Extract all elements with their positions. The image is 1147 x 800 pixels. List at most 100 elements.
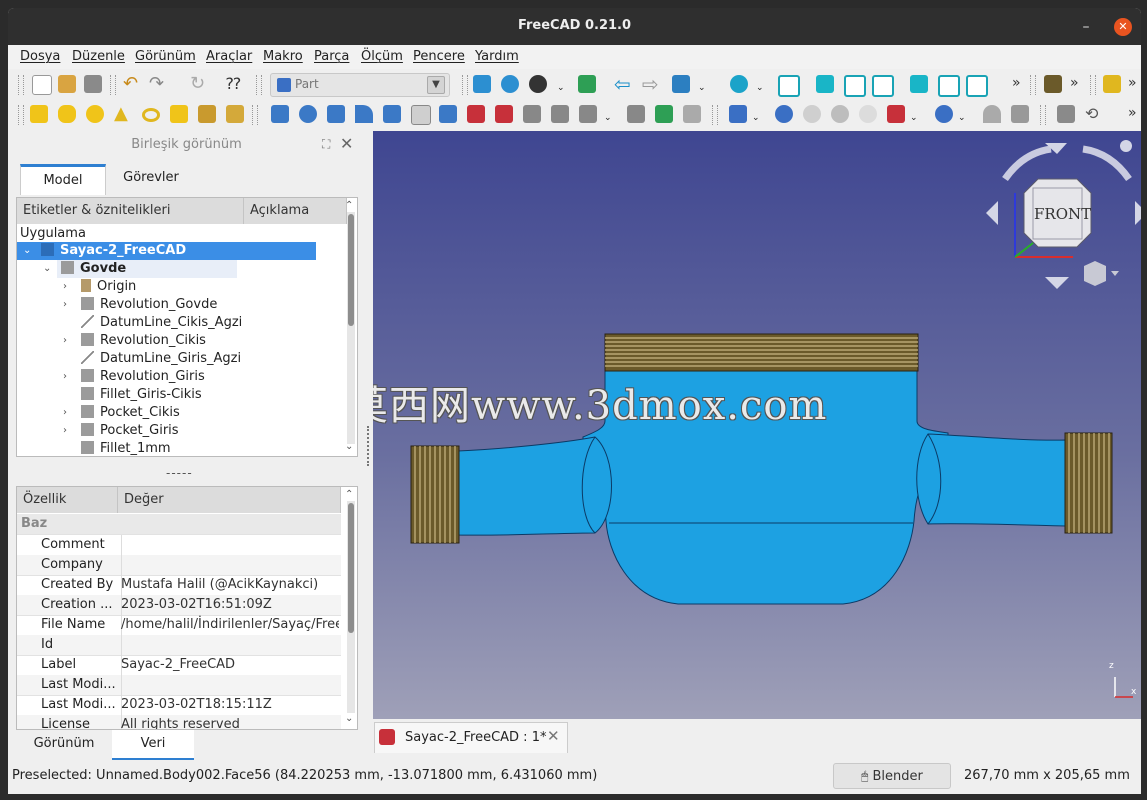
whats-this-icon[interactable]: ⁇ (226, 75, 244, 93)
measure-icon[interactable] (1044, 75, 1062, 93)
document-tab[interactable]: Sayac-2_FreeCAD : 1* ✕ (374, 722, 568, 753)
expand-icon[interactable]: › (63, 371, 67, 382)
measure-toggle-icon[interactable]: ⟲ (1085, 105, 1103, 123)
collapse-icon[interactable]: ⌄ (43, 263, 51, 274)
property-row[interactable]: Created By Mustafa Halil (@AcikKaynakci) (17, 575, 341, 596)
tree-item-body[interactable]: Govde (61, 260, 126, 278)
tree-item[interactable]: Fillet_Giris-Cikis (81, 386, 202, 404)
scroll-up-icon[interactable]: ⌃ (345, 200, 353, 211)
section-icon[interactable] (523, 105, 541, 123)
chevron-down-icon[interactable]: ⌄ (756, 75, 774, 93)
defeaturing-icon[interactable] (1011, 105, 1029, 123)
property-row[interactable]: Comment (17, 535, 341, 556)
chevron-down-icon[interactable]: ⌄ (604, 105, 622, 123)
measure-linear-icon[interactable] (1057, 105, 1075, 123)
mirror-icon[interactable] (327, 105, 345, 123)
property-row[interactable]: License All rights reserved (17, 715, 341, 729)
cylinder-icon[interactable] (58, 105, 76, 123)
draw-style-icon[interactable] (529, 75, 547, 93)
collapse-icon[interactable]: ⌄ (23, 245, 31, 256)
toolbar-overflow-button[interactable]: » (1128, 105, 1137, 121)
tube-icon[interactable] (170, 105, 188, 123)
expand-icon[interactable]: › (63, 299, 67, 310)
tree-item[interactable]: Pocket_Cikis (81, 404, 180, 422)
chevron-down-icon[interactable]: ⌄ (557, 75, 575, 93)
shape-builder-icon[interactable] (226, 105, 244, 123)
scroll-down-icon[interactable]: ⌄ (345, 713, 353, 724)
tree-item[interactable]: DatumLine_Giris_Agzi (81, 350, 241, 368)
property-value[interactable]: Sayac-2_FreeCAD (121, 655, 339, 675)
extrude-icon[interactable] (271, 105, 289, 123)
tab-tasks[interactable]: Görevler (108, 164, 194, 192)
top-view-icon[interactable] (844, 75, 866, 97)
tree-item[interactable]: Fillet_1mm (81, 440, 171, 456)
bottom-view-icon[interactable] (938, 75, 960, 97)
rear-view-icon[interactable] (910, 75, 928, 93)
tab-data-properties[interactable]: Veri (112, 730, 194, 761)
property-scrollbar[interactable] (347, 501, 355, 713)
projection-icon[interactable] (655, 105, 673, 123)
tree-header-labels[interactable]: Etiketler & öznitelikleri (17, 198, 244, 224)
cone-icon[interactable]: ▲ (114, 105, 132, 123)
join-features-icon[interactable] (887, 105, 905, 123)
tree-header-description[interactable]: Açıklama (244, 198, 347, 224)
close-panel-icon[interactable]: ✕ (340, 134, 353, 153)
tree-scrollbar[interactable] (347, 212, 355, 444)
toolbar-grip[interactable] (18, 75, 24, 95)
check-geometry-icon[interactable] (983, 105, 1001, 123)
isometric-view-icon[interactable] (778, 75, 800, 97)
cross-sections-icon[interactable] (551, 105, 569, 123)
property-row[interactable]: Last Modi... (17, 675, 341, 696)
property-group-row[interactable]: Baz (17, 514, 341, 535)
chevron-down-icon[interactable]: ▼ (427, 76, 445, 94)
close-tab-icon[interactable]: ✕ (547, 727, 560, 745)
toolbar-overflow-button[interactable]: » (1128, 75, 1137, 91)
navcube-front-label[interactable]: FRONT (1034, 205, 1091, 223)
expand-icon[interactable]: › (63, 281, 67, 292)
navigation-style-button[interactable]: 🖱 Blender (833, 763, 951, 789)
split-icon[interactable] (935, 105, 953, 123)
tree-scrollbar-thumb[interactable] (348, 214, 354, 326)
cut-icon[interactable] (803, 105, 821, 123)
toolbar-grip[interactable] (18, 105, 24, 125)
common-icon[interactable] (859, 105, 877, 123)
back-arrow-icon[interactable]: ⇦ (614, 74, 632, 94)
property-row[interactable]: Label Sayac-2_FreeCAD (17, 655, 341, 676)
chamfer-icon[interactable] (383, 105, 401, 123)
scroll-up-icon[interactable]: ⌃ (345, 489, 353, 500)
thickness-icon[interactable] (627, 105, 645, 123)
new-document-icon[interactable] (32, 75, 52, 95)
tree-item[interactable]: DatumLine_Cikis_Agzi (81, 314, 242, 332)
compound-icon[interactable] (729, 105, 747, 123)
color-per-face-icon[interactable] (683, 105, 701, 123)
tree-item[interactable]: Pocket_Giris (81, 422, 179, 440)
fillet-icon[interactable] (355, 105, 373, 123)
sphere-icon[interactable] (86, 105, 104, 123)
chevron-down-icon[interactable]: ⌄ (698, 75, 716, 93)
property-value[interactable]: 2023-03-02T16:51:09Z (121, 595, 339, 615)
menu-help[interactable]: Yardım (475, 49, 519, 64)
refresh-icon[interactable]: ↻ (190, 75, 208, 93)
open-folder-icon[interactable] (58, 75, 76, 93)
property-header-value[interactable]: Değer (118, 487, 341, 513)
box-icon[interactable] (30, 105, 48, 123)
tree-item[interactable]: Origin (81, 278, 136, 296)
close-icon[interactable]: ✕ (1114, 18, 1132, 36)
menu-measure[interactable]: Ölçüm (361, 49, 403, 64)
menu-window[interactable]: Pencere (413, 49, 465, 64)
menu-part[interactable]: Parça (314, 49, 349, 64)
property-row[interactable]: Company (17, 555, 341, 576)
offset-icon[interactable] (579, 105, 597, 123)
boolean-icon[interactable] (775, 105, 793, 123)
revolve-icon[interactable] (299, 105, 317, 123)
sweep-icon[interactable] (495, 105, 513, 123)
std-views-icon[interactable] (672, 75, 690, 93)
tree-item[interactable]: Revolution_Govde (81, 296, 217, 314)
workbench-selector[interactable]: Part ▼ (270, 73, 450, 97)
menu-tools[interactable]: Araçlar (206, 49, 252, 64)
expand-icon[interactable]: › (63, 407, 67, 418)
scroll-down-icon[interactable]: ⌄ (345, 441, 353, 452)
left-view-icon[interactable] (966, 75, 988, 97)
property-row[interactable]: Id (17, 635, 341, 656)
toolbar-overflow-button[interactable]: » (1070, 75, 1079, 91)
